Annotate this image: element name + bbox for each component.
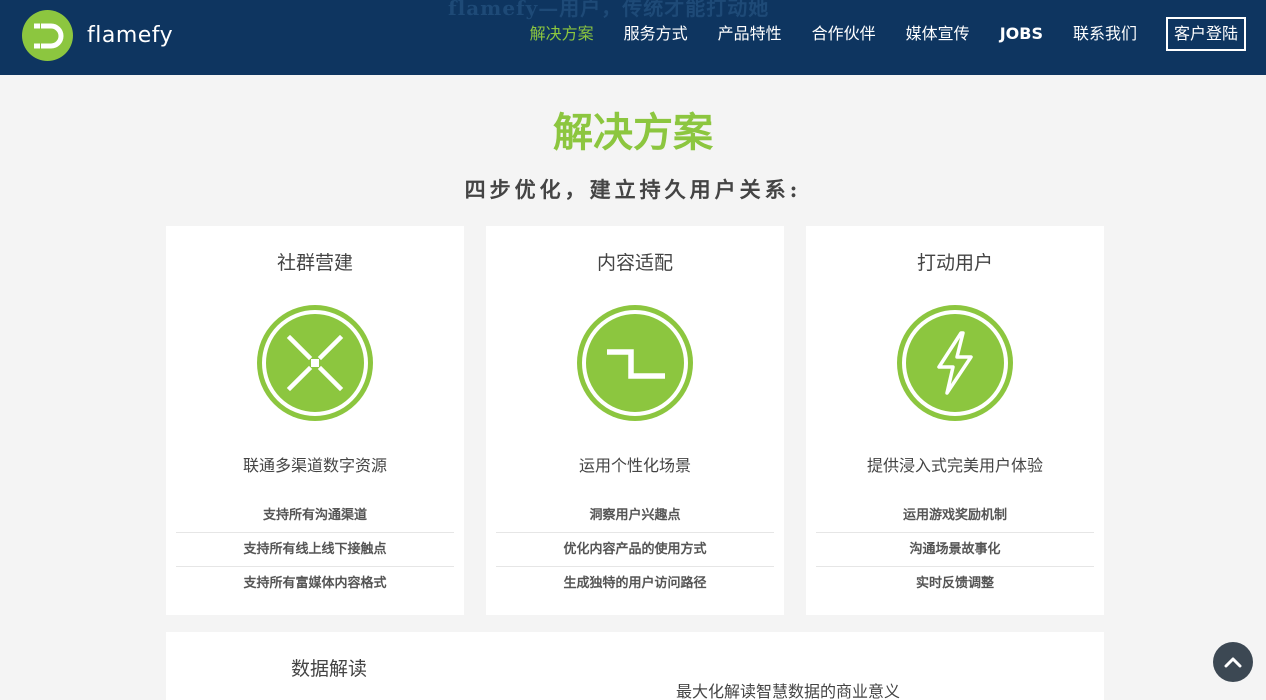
nav-item-features[interactable]: 产品特性 — [718, 17, 782, 51]
nav-item-contact[interactable]: 联系我们 — [1073, 17, 1137, 51]
list-item: 支持所有线上线下接触点 — [176, 533, 454, 567]
nav-item-media[interactable]: 媒体宣传 — [906, 17, 970, 51]
lightning-icon — [897, 305, 1013, 421]
solution-card-data: 数据解读 最大化解读智慧数据的商业意义 — [166, 632, 1104, 700]
nav-item-solutions[interactable]: 解决方案 — [530, 17, 594, 51]
list-item: 优化内容产品的使用方式 — [496, 533, 774, 567]
card-title: 打动用户 — [916, 252, 993, 274]
list-item: 生成独特的用户访问路径 — [563, 576, 707, 591]
card-description: 运用个性化场景 — [578, 456, 691, 475]
page-subtitle: 四步优化，建立持久用户关系: — [464, 177, 802, 202]
nav-menu: 解决方案 服务方式 产品特性 合作伙伴 媒体宣传 JOBS 联系我们 客户登陆 — [500, 17, 1246, 51]
solution-card-content: 内容适配 运用个性化场景 洞察用户兴趣点 优化内容产品的使用方式 生成独特的用户… — [486, 226, 784, 615]
list-item: 沟通场景故事化 — [816, 533, 1094, 567]
logo-magnet-icon — [22, 10, 73, 61]
nav-item-services[interactable]: 服务方式 — [624, 17, 688, 51]
list-item: 支持所有沟通渠道 — [176, 499, 454, 533]
solution-card-community: 社群营建 联通多渠道数字资源 支持所有沟通渠道 支持所有线上线下接触点 支持所有… — [166, 226, 464, 615]
nav-item-jobs[interactable]: JOBS — [1000, 17, 1043, 51]
card-description: 最大化解读智慧数据的商业意义 — [676, 682, 901, 700]
card-title: 内容适配 — [596, 252, 673, 274]
card-feature-list: 洞察用户兴趣点 优化内容产品的使用方式 生成独特的用户访问路径 — [496, 499, 774, 601]
list-item: 支持所有富媒体内容格式 — [243, 576, 387, 591]
list-item: 洞察用户兴趣点 — [496, 499, 774, 533]
nav-item-partners[interactable]: 合作伙伴 — [812, 17, 876, 51]
card-description: 联通多渠道数字资源 — [242, 456, 387, 475]
chevron-up-icon — [1224, 657, 1242, 668]
back-to-top-button[interactable] — [1213, 642, 1253, 682]
list-item: 实时反馈调整 — [915, 576, 994, 591]
logo[interactable]: flamefy — [22, 10, 173, 61]
content-adapt-icon — [577, 305, 693, 421]
logo-text: flamefy — [87, 23, 174, 48]
community-cross-icon — [257, 305, 373, 421]
list-item: 运用游戏奖励机制 — [816, 499, 1094, 533]
card-feature-list: 运用游戏奖励机制 沟通场景故事化 实时反馈调整 — [816, 499, 1094, 601]
client-login-button[interactable]: 客户登陆 — [1165, 17, 1246, 51]
card-title: 社群营建 — [276, 252, 353, 274]
card-feature-list: 支持所有沟通渠道 支持所有线上线下接触点 支持所有富媒体内容格式 — [176, 499, 454, 601]
solution-card-engage: 打动用户 提供浸入式完美用户体验 运用游戏奖励机制 沟通场景故事化 实时反馈调整 — [806, 226, 1104, 615]
page-title: 解决方案 — [553, 110, 713, 156]
card-description: 提供浸入式完美用户体验 — [866, 456, 1043, 475]
navbar: flamefy—用户，传统才能打动她 flamefy 解决方案 服务方式 产品特… — [0, 0, 1266, 75]
card-title: 数据解读 — [291, 658, 368, 680]
